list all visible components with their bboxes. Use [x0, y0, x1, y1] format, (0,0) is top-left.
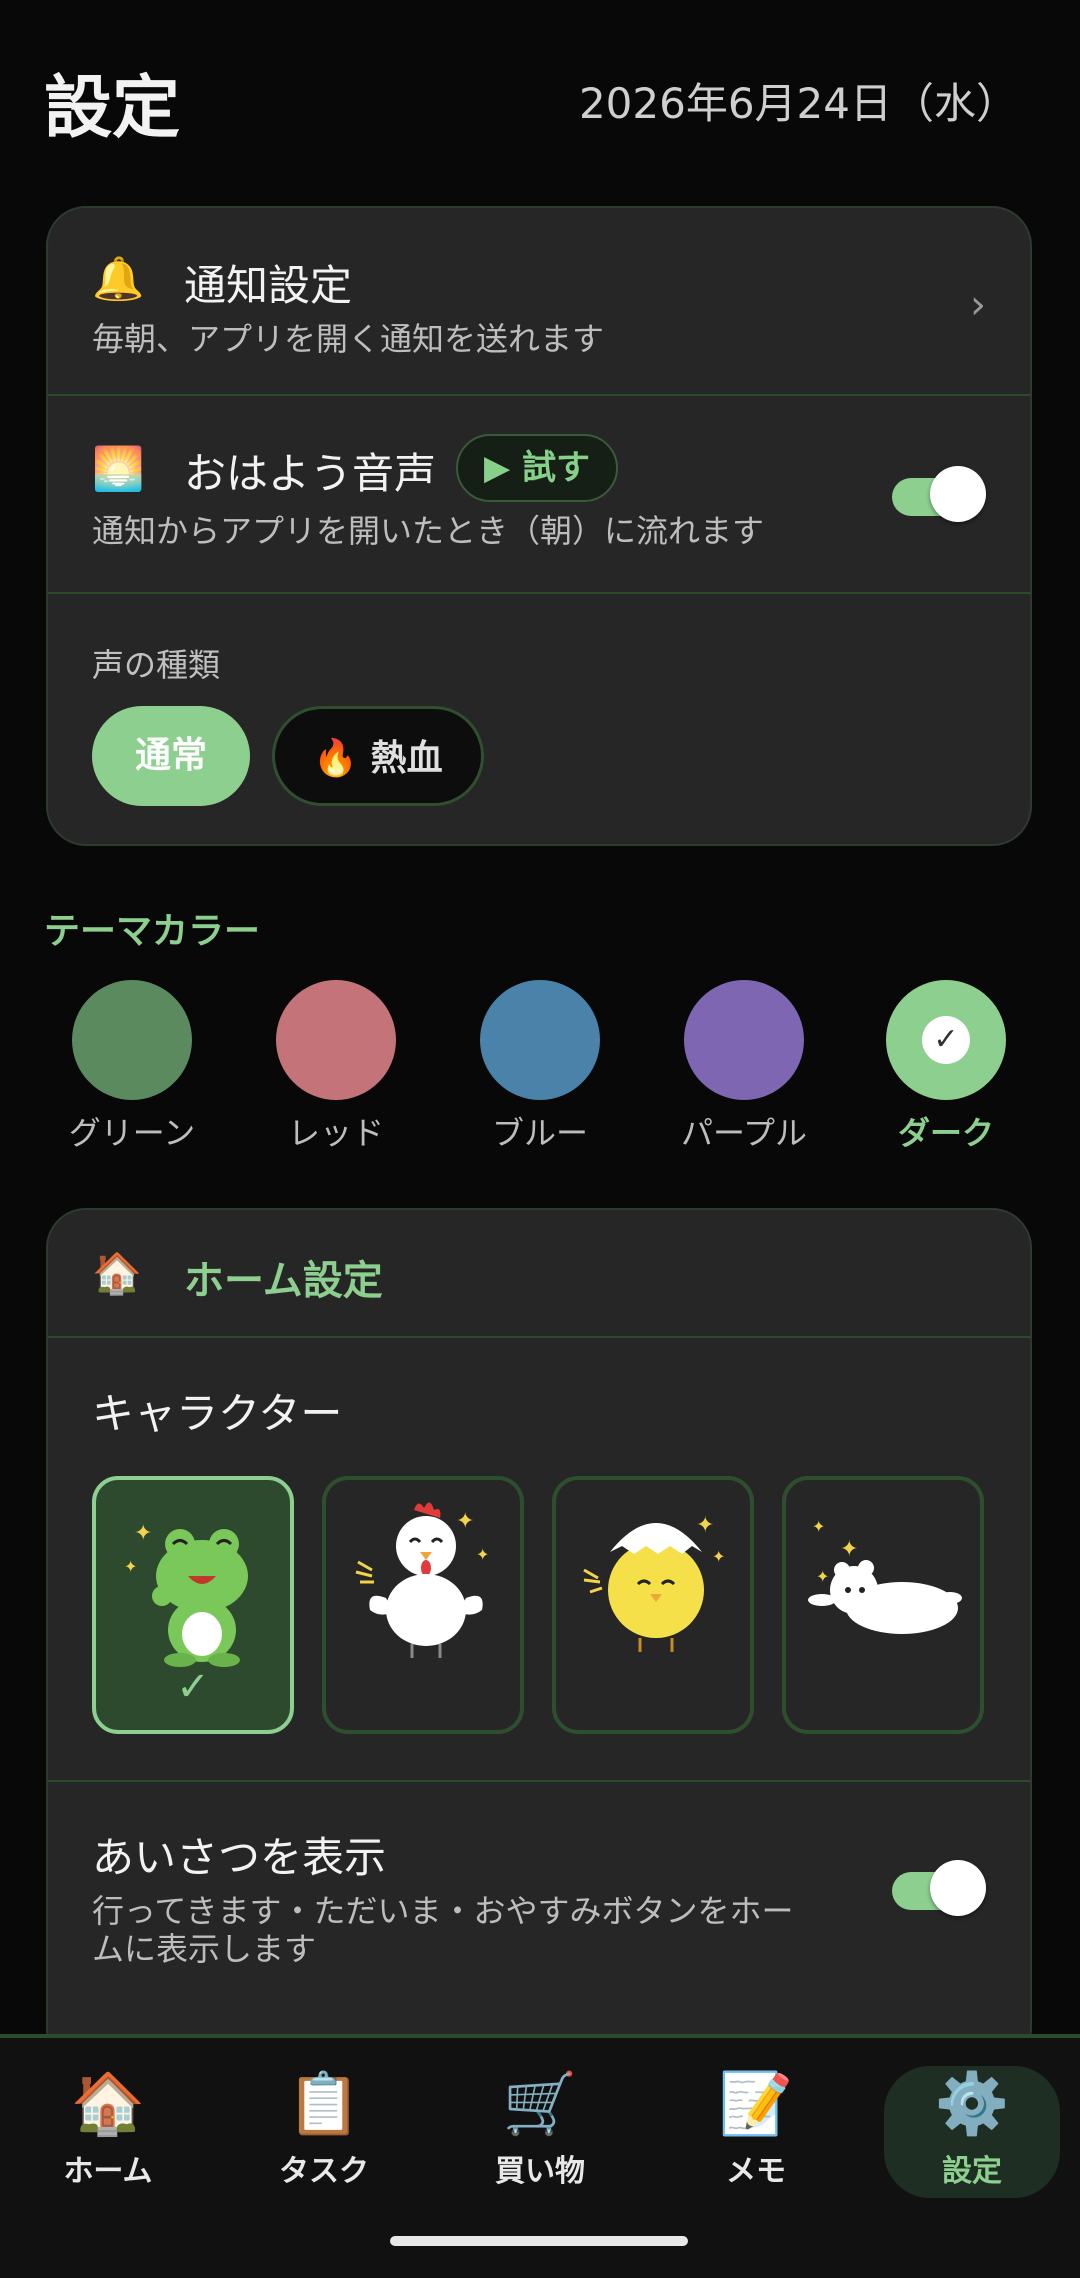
voice-option-passion[interactable]: 🔥 熱血	[272, 706, 484, 806]
nav-label: 買い物	[495, 2154, 585, 2189]
theme-swatch-red[interactable]	[276, 980, 396, 1100]
home-settings-card: 🏠 ホーム設定 キャラクター ✦ ✦ ✓ ✦ ✦ ✦ ✦ ✦ ✦ ✦ あいさつを…	[46, 1208, 1032, 2068]
svg-text:✦: ✦	[476, 1545, 489, 1564]
polar-bear-icon: ✦ ✦ ✦	[808, 1517, 962, 1634]
svg-text:✦: ✦	[812, 1517, 825, 1536]
chevron-right-icon: ›	[970, 282, 986, 328]
theme-label-purple: パープル	[680, 1114, 808, 1152]
notification-settings-row[interactable]: 🔔 通知設定 毎朝、アプリを開く通知を送れます ›	[48, 208, 1030, 394]
toggle-knob	[930, 466, 986, 522]
theme-swatch-dark[interactable]: ✓	[886, 980, 1006, 1100]
try-voice-button[interactable]: ▶ 試す	[456, 434, 618, 502]
character-option-frog[interactable]: ✦ ✦ ✓	[92, 1476, 294, 1734]
greeting-toggle[interactable]	[892, 1860, 986, 1916]
notification-title: 通知設定	[184, 261, 353, 310]
gear-icon: ⚙️	[934, 2069, 1010, 2139]
nav-label: 設定	[942, 2154, 1002, 2189]
nav-settings[interactable]: ⚙️ 設定	[884, 2066, 1060, 2198]
theme-swatch-blue[interactable]	[480, 980, 600, 1100]
morning-voice-toggle[interactable]	[892, 466, 986, 522]
header: 設定 2026年6月24日（水）	[0, 0, 1080, 200]
cart-icon: 🛒	[502, 2069, 578, 2139]
voice-type-label: 声の種類	[92, 646, 221, 684]
nav-memo[interactable]: 📝 メモ	[668, 2066, 844, 2198]
theme-swatch-green[interactable]	[72, 980, 192, 1100]
character-option-polar-bear[interactable]: ✦ ✦ ✦	[782, 1476, 984, 1734]
svg-text:✦: ✦	[840, 1537, 858, 1562]
theme-color-heading: テーマカラー	[44, 911, 261, 952]
voice-option-normal[interactable]: 通常	[92, 706, 250, 806]
clipboard-icon: 📋	[286, 2069, 362, 2139]
rooster-icon: ✦ ✦	[355, 1502, 489, 1658]
bell-icon: 🔔	[92, 254, 145, 303]
page-title: 設定	[44, 69, 181, 148]
nav-label: タスク	[279, 2154, 369, 2189]
nav-label: ホーム	[63, 2154, 153, 2189]
svg-text:✦: ✦	[124, 1557, 137, 1576]
nav-home[interactable]: 🏠 ホーム	[20, 2066, 196, 2198]
memo-icon: 📝	[718, 2069, 794, 2139]
svg-text:✦: ✦	[696, 1513, 714, 1538]
divider	[48, 1336, 1030, 1338]
check-icon: ✓	[922, 1016, 970, 1064]
sunrise-icon: 🌅	[92, 444, 145, 493]
chick-icon: ✦ ✦	[583, 1513, 725, 1652]
notification-card: 🔔 通知設定 毎朝、アプリを開く通知を送れます › 🌅 おはよう音声 通知からア…	[46, 206, 1032, 846]
character-option-rooster[interactable]: ✦ ✦	[322, 1476, 524, 1734]
divider	[48, 1780, 1030, 1782]
home-indicator	[390, 2236, 688, 2246]
nav-shopping[interactable]: 🛒 買い物	[452, 2066, 628, 2198]
divider	[48, 592, 1030, 594]
morning-voice-subtitle: 通知からアプリを開いたとき（朝）に流れます	[92, 512, 765, 550]
svg-text:✦: ✦	[456, 1509, 474, 1534]
house-icon: 🏠	[92, 1251, 142, 1297]
greeting-title: あいさつを表示	[92, 1833, 387, 1882]
theme-label-blue: ブルー	[491, 1114, 588, 1152]
theme-label-dark: ダーク	[897, 1114, 994, 1152]
nav-label: メモ	[726, 2154, 786, 2189]
theme-label-red: レッド	[287, 1114, 384, 1152]
character-option-chick[interactable]: ✦ ✦	[552, 1476, 754, 1734]
check-icon: ✓	[176, 1664, 210, 1710]
greeting-subtitle-line2: ムに表示します	[92, 1930, 317, 1968]
theme-swatch-purple[interactable]	[684, 980, 804, 1100]
nav-tasks[interactable]: 📋 タスク	[236, 2066, 412, 2198]
theme-label-green: グリーン	[68, 1114, 196, 1152]
morning-voice-title: おはよう音声	[184, 449, 437, 498]
home-settings-title: ホーム設定	[184, 1258, 383, 1304]
svg-text:✦: ✦	[712, 1547, 725, 1566]
svg-text:✦: ✦	[134, 1521, 152, 1546]
header-date: 2026年6月24日（水）	[578, 79, 1018, 128]
frog-icon: ✦ ✦	[124, 1521, 248, 1667]
toggle-knob	[930, 1860, 986, 1916]
house-icon: 🏠	[70, 2069, 146, 2139]
svg-text:✦: ✦	[816, 1567, 829, 1586]
notification-subtitle: 毎朝、アプリを開く通知を送れます	[92, 320, 605, 358]
character-heading: キャラクター	[92, 1389, 343, 1438]
